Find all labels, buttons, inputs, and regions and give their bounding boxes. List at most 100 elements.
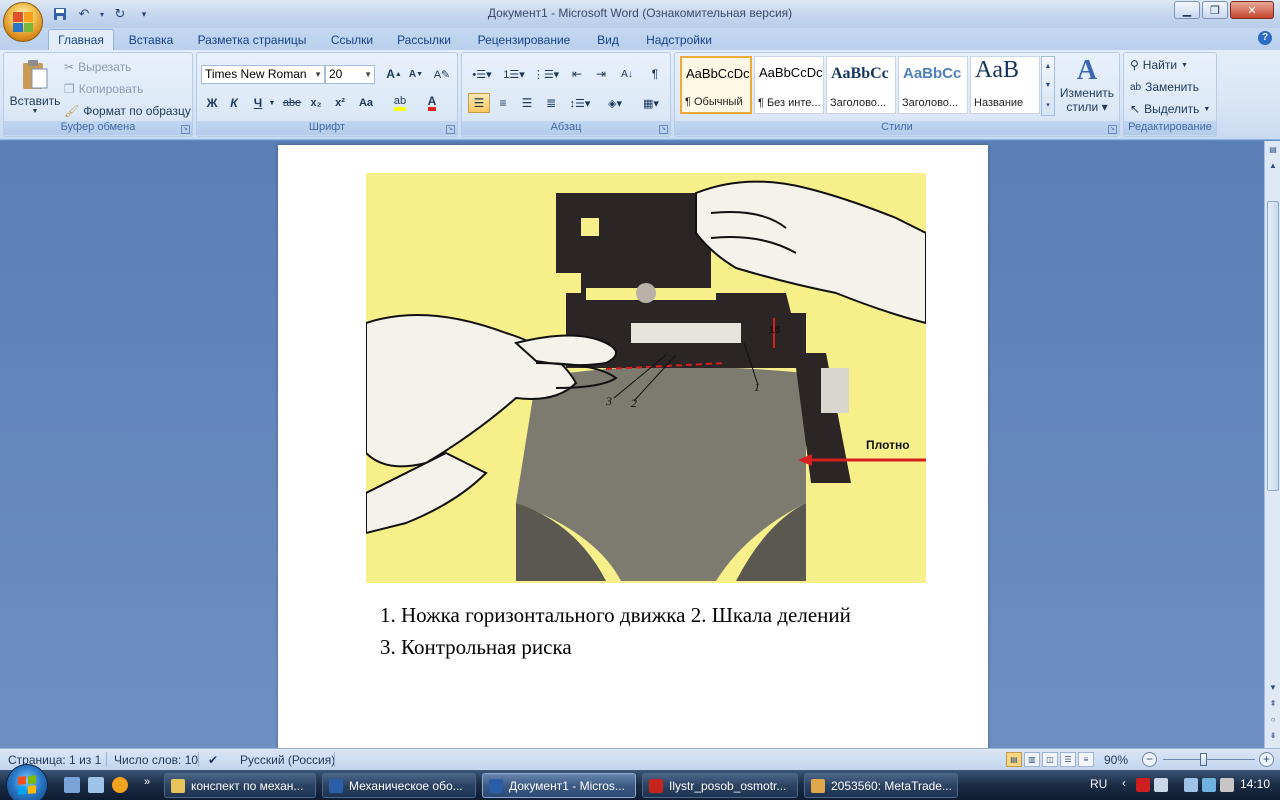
draft-view-button[interactable]: ≡: [1078, 752, 1094, 767]
align-right-button[interactable]: ☰: [516, 93, 538, 113]
format-painter-button[interactable]: 🖌 Формат по образцу: [64, 101, 191, 121]
full-screen-reading-view-button[interactable]: ▥: [1024, 752, 1040, 767]
tray-expand-icon[interactable]: ‹: [1122, 776, 1126, 790]
underline-button[interactable]: Ч: [247, 93, 269, 113]
change-styles-button[interactable]: A Изменить стили ▾: [1058, 56, 1116, 120]
network-status-icon[interactable]: [1202, 778, 1216, 792]
tab-references[interactable]: Ссылки: [324, 29, 380, 50]
clear-formatting-button[interactable]: A✎: [431, 64, 453, 84]
grow-font-button[interactable]: A ▲: [383, 64, 405, 84]
borders-button[interactable]: ▦▾: [636, 93, 666, 113]
antivirus-icon[interactable]: [1136, 778, 1150, 792]
taskbar-item[interactable]: 2053560: MetaTrade...: [804, 773, 958, 798]
tab-insert[interactable]: Вставка: [122, 29, 180, 50]
font-color-button[interactable]: A: [421, 93, 443, 113]
zoom-level[interactable]: 90%: [1104, 753, 1128, 767]
clock[interactable]: 14:10: [1240, 777, 1270, 791]
find-button[interactable]: ⚲ Найти ▼: [1130, 55, 1188, 75]
underline-dropdown-icon[interactable]: ▼: [267, 93, 277, 113]
copy-button[interactable]: ❐ Копировать: [64, 79, 143, 99]
print-layout-view-button[interactable]: ▤: [1006, 752, 1022, 767]
italic-button[interactable]: К: [223, 93, 245, 113]
zoom-slider-thumb[interactable]: [1199, 753, 1207, 766]
more-icon[interactable]: ▾: [1046, 101, 1050, 109]
show-desktop-icon[interactable]: [64, 777, 80, 793]
switch-windows-icon[interactable]: [88, 777, 104, 793]
document-page[interactable]: 3 2 1 18 Плотно 1. Ножка горизонтального…: [278, 145, 988, 748]
change-case-button[interactable]: Aa: [355, 93, 377, 113]
sort-button[interactable]: A↓: [616, 64, 638, 84]
select-button[interactable]: ↖ Выделить ▼: [1130, 99, 1210, 119]
taskbar-item[interactable]: конспект по механ...: [164, 773, 316, 798]
tab-review[interactable]: Рецензирование: [468, 29, 580, 50]
style-heading-2[interactable]: AaBbCc Заголово...: [898, 56, 968, 114]
browse-object-icon[interactable]: ○: [1266, 713, 1280, 727]
taskbar-item[interactable]: Ilystr_posob_osmotr...: [642, 773, 798, 798]
line-spacing-button[interactable]: ↕☰▾: [566, 93, 594, 113]
tab-page-layout[interactable]: Разметка страницы: [192, 29, 312, 50]
highlight-button[interactable]: ab: [389, 93, 411, 113]
close-button[interactable]: ✕: [1230, 1, 1274, 19]
style-title[interactable]: AaB Название: [970, 56, 1040, 114]
start-button[interactable]: [6, 764, 48, 800]
bullets-button[interactable]: •☰▾: [468, 64, 496, 84]
clipboard-launcher-icon[interactable]: ↘: [181, 125, 190, 134]
media-player-icon[interactable]: [112, 777, 128, 793]
taskbar-item[interactable]: Документ1 - Micros...: [482, 773, 636, 798]
bold-button[interactable]: Ж: [201, 93, 223, 113]
spellcheck-icon[interactable]: ✔: [208, 753, 218, 767]
language-indicator[interactable]: Русский (Россия): [240, 753, 335, 767]
strikethrough-button[interactable]: abe: [281, 93, 303, 113]
scroll-down-icon[interactable]: ▼: [1045, 82, 1052, 89]
next-page-icon[interactable]: ⇟: [1266, 729, 1280, 743]
style-normal[interactable]: AaBbCcDc ¶ Обычный: [680, 56, 752, 114]
tab-home[interactable]: Главная: [48, 29, 114, 50]
prev-page-icon[interactable]: ⇞: [1266, 697, 1280, 711]
superscript-button[interactable]: x²: [329, 93, 351, 113]
font-size-combo[interactable]: 20 ▼: [325, 65, 375, 84]
show-marks-button[interactable]: ¶: [644, 64, 666, 84]
zoom-slider-track[interactable]: [1163, 759, 1255, 760]
scroll-down-icon[interactable]: ▼: [1266, 681, 1280, 695]
minimize-button[interactable]: ▁: [1174, 1, 1200, 19]
outline-view-button[interactable]: ☰: [1060, 752, 1076, 767]
web-layout-view-button[interactable]: ◫: [1042, 752, 1058, 767]
styles-launcher-icon[interactable]: ↘: [1108, 125, 1117, 134]
cut-button[interactable]: ✂ Вырезать: [64, 57, 131, 77]
paste-button[interactable]: Вставить ▼: [8, 57, 62, 119]
scroll-up-icon[interactable]: ▲: [1266, 159, 1280, 173]
decrease-indent-button[interactable]: ⇤: [566, 64, 588, 84]
scroll-up-icon[interactable]: ▲: [1045, 63, 1052, 70]
network-icon[interactable]: [1184, 778, 1198, 792]
zoom-in-button[interactable]: +: [1259, 752, 1274, 767]
shading-button[interactable]: ◈▾: [600, 93, 630, 113]
align-center-button[interactable]: ≡: [492, 93, 514, 113]
tab-mailings[interactable]: Рассылки: [392, 29, 456, 50]
style-no-spacing[interactable]: AaBbCcDc ¶ Без инте...: [754, 56, 824, 114]
vertical-scrollbar[interactable]: ▤ ▲ ▼ ⇞ ○ ⇟: [1264, 141, 1280, 748]
tab-addins[interactable]: Надстройки: [638, 29, 720, 50]
zoom-out-button[interactable]: −: [1142, 752, 1157, 767]
language-indicator[interactable]: RU: [1090, 777, 1107, 791]
help-icon[interactable]: ?: [1258, 31, 1272, 45]
multilevel-list-button[interactable]: ⋮☰▾: [532, 64, 560, 84]
numbering-button[interactable]: 1☰▾: [500, 64, 528, 84]
align-left-button[interactable]: ☰: [468, 93, 490, 113]
replace-button[interactable]: ab Заменить: [1130, 77, 1199, 97]
font-name-combo[interactable]: Times New Roman ▼: [201, 65, 325, 84]
office-button[interactable]: [3, 2, 43, 42]
style-heading-1[interactable]: AaBbCc Заголово...: [826, 56, 896, 114]
scrollbar-thumb[interactable]: [1267, 201, 1279, 491]
increase-indent-button[interactable]: ⇥: [590, 64, 612, 84]
maximize-button[interactable]: ❐: [1202, 1, 1228, 19]
taskbar-item[interactable]: Механическое обо...: [322, 773, 476, 798]
ruler-toggle-icon[interactable]: ▤: [1266, 143, 1280, 157]
paragraph-launcher-icon[interactable]: ↘: [659, 125, 668, 134]
font-launcher-icon[interactable]: ↘: [446, 125, 455, 134]
quick-launch-more-icon[interactable]: »: [144, 776, 150, 788]
volume-icon[interactable]: [1220, 778, 1234, 792]
justify-button[interactable]: ≣: [540, 93, 562, 113]
shrink-font-button[interactable]: A ▼: [405, 64, 427, 84]
tab-view[interactable]: Вид: [590, 29, 626, 50]
subscript-button[interactable]: x₂: [305, 93, 327, 113]
